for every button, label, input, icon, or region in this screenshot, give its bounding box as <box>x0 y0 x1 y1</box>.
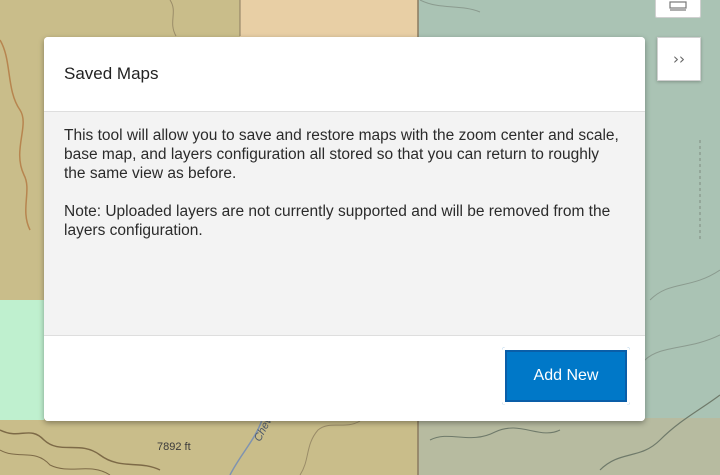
saved-maps-panel: Saved Maps This tool will allow you to s… <box>44 37 645 421</box>
panel-header: Saved Maps <box>44 37 645 112</box>
description-text: This tool will allow you to save and res… <box>64 127 619 182</box>
layers-icon <box>669 1 687 11</box>
panel-footer: Add New <box>44 336 645 421</box>
panel-title: Saved Maps <box>64 64 159 83</box>
add-new-button[interactable]: Add New <box>502 347 630 405</box>
panel-body: This tool will allow you to save and res… <box>44 112 645 336</box>
double-chevron-right-icon: ›› <box>673 50 685 68</box>
expand-panel-button[interactable]: ›› <box>657 37 701 81</box>
elevation-label: 7892 ft <box>157 441 191 453</box>
note-text: Note: Uploaded layers are not currently … <box>64 203 611 239</box>
layers-button[interactable] <box>655 0 701 18</box>
